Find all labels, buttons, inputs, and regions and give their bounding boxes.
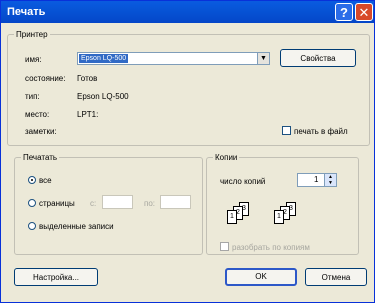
comment-label: заметки: (25, 127, 57, 136)
status-value: Готов (77, 74, 98, 83)
collate-checkbox[interactable] (220, 242, 229, 251)
copies-group: Копии (206, 153, 359, 255)
printer-group-legend: Принтер (16, 30, 48, 39)
setup-button[interactable]: Настройка... (14, 268, 98, 286)
to-field[interactable] (160, 195, 191, 209)
properties-button[interactable]: Свойства (280, 49, 356, 67)
copies-count-stepper[interactable]: 1 ▲ ▼ (297, 173, 337, 187)
location-label: место: (25, 110, 50, 119)
help-icon: ? (340, 5, 348, 20)
close-icon: ✕ (358, 5, 370, 20)
print-to-file-checkbox[interactable] (282, 126, 291, 135)
spin-down-icon[interactable]: ▼ (325, 180, 336, 186)
copies-legend: Копии (215, 153, 238, 162)
collate-page-1b: 1 (274, 210, 284, 224)
ok-button[interactable]: OK (225, 268, 297, 286)
printer-name-select[interactable]: Epson LQ-500 ▼ (77, 52, 270, 65)
help-button[interactable]: ? (335, 3, 353, 21)
selection-label[interactable]: выделенные записи (39, 222, 114, 231)
type-value: Epson LQ-500 (77, 92, 129, 101)
to-label: по: (144, 199, 156, 208)
pages-radio[interactable] (28, 199, 36, 207)
print-to-file-label[interactable]: печать в файл (294, 127, 348, 136)
pages-label[interactable]: страницы (39, 199, 75, 208)
copies-count-label: число копий (220, 177, 266, 186)
copies-count-value: 1 (314, 175, 319, 184)
print-range-legend: Печатать (23, 153, 58, 162)
printer-name-label: имя: (25, 55, 42, 64)
collate-page-1: 1 (227, 210, 237, 224)
location-value: LPT1: (77, 110, 99, 119)
collate-label[interactable]: разобрать по копиям (232, 243, 310, 252)
from-label: с: (90, 199, 97, 208)
close-button[interactable]: ✕ (355, 3, 373, 21)
type-label: тип: (25, 92, 40, 101)
printer-name-value: Epson LQ-500 (79, 54, 129, 63)
all-label[interactable]: все (39, 176, 52, 185)
title-bar[interactable]: Печать ? ✕ (1, 1, 374, 23)
status-label: состояние: (25, 74, 66, 83)
all-radio[interactable] (28, 176, 36, 184)
from-field[interactable] (102, 195, 133, 209)
print-dialog: Печать ? ✕ Принтер имя: Epson LQ-500 ▼ С… (0, 0, 375, 303)
selection-radio[interactable] (28, 222, 36, 230)
chevron-down-icon[interactable]: ▼ (257, 53, 269, 64)
cancel-button[interactable]: Отмена (305, 268, 367, 286)
dialog-title: Печать (7, 6, 46, 18)
